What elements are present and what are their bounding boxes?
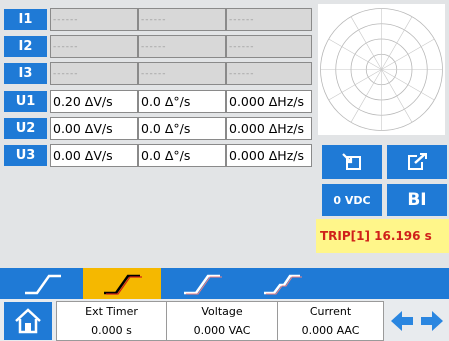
import-icon xyxy=(342,153,361,170)
cell-u3-phase[interactable]: 0.0 Δ°/s xyxy=(138,144,226,167)
vector-diagram[interactable] xyxy=(318,4,445,135)
cell-u3-frequency[interactable]: 0.000 ΔHz/s xyxy=(226,144,312,167)
polar-spoke xyxy=(381,16,413,70)
table-row-i2: I2 ------ ------ ------ xyxy=(4,35,312,58)
current-label: Current xyxy=(309,305,352,318)
cell-i1-magnitude[interactable]: ------ xyxy=(50,8,138,31)
polar-spoke xyxy=(381,38,435,70)
previous-button[interactable] xyxy=(388,306,416,336)
voltage-panel: Voltage 0.000 VAC xyxy=(166,301,278,341)
edit-button[interactable] xyxy=(387,145,447,179)
row-label-u2[interactable]: U2 xyxy=(4,118,47,139)
arrow-left-icon xyxy=(391,311,413,331)
cell-u1-frequency[interactable]: 0.000 ΔHz/s xyxy=(226,90,312,113)
polar-spoke xyxy=(381,69,413,123)
row-label-i2[interactable]: I2 xyxy=(4,36,47,57)
current-panel: Current 0.000 AAC xyxy=(277,301,384,341)
polar-spoke xyxy=(381,69,435,101)
cell-u2-frequency[interactable]: 0.000 ΔHz/s xyxy=(226,117,312,140)
cell-i3-phase[interactable]: ------ xyxy=(138,62,226,85)
polar-spoke xyxy=(350,69,382,123)
voltage-value: 0.000 VAC xyxy=(193,324,251,337)
row-label-i1[interactable]: I1 xyxy=(4,9,47,30)
voltage-label: Voltage xyxy=(201,305,243,318)
table-row-i1: I1 ------ ------ ------ xyxy=(4,8,312,31)
next-button[interactable] xyxy=(418,306,446,336)
trip-status: TRIP[1] 16.196 s xyxy=(316,219,449,253)
table-row-i3: I3 ------ ------ ------ xyxy=(4,62,312,85)
cell-u3-magnitude[interactable]: 0.00 ΔV/s xyxy=(50,144,138,167)
cell-i1-frequency[interactable]: ------ xyxy=(226,8,312,31)
edit-icon xyxy=(408,153,427,170)
cell-i1-phase[interactable]: ------ xyxy=(138,8,226,31)
tab-ramp-2[interactable] xyxy=(83,268,161,299)
step-ramp-icon xyxy=(264,274,302,294)
arrow-right-icon xyxy=(421,311,443,331)
binary-input-button[interactable]: BI xyxy=(387,184,447,216)
import-button[interactable] xyxy=(322,145,382,179)
cell-i2-frequency[interactable]: ------ xyxy=(226,35,312,58)
ramp-icon xyxy=(25,274,61,294)
polar-spoke xyxy=(328,69,382,101)
table-row-u3: U3 0.00 ΔV/s 0.0 Δ°/s 0.000 ΔHz/s xyxy=(4,144,312,167)
ramp-icon xyxy=(184,274,222,294)
cell-u1-phase[interactable]: 0.0 Δ°/s xyxy=(138,90,226,113)
ext-timer-value: 0.000 s xyxy=(91,324,132,337)
cell-u2-phase[interactable]: 0.0 Δ°/s xyxy=(138,117,226,140)
tab-ramp-3[interactable] xyxy=(163,268,241,299)
vdc-button[interactable]: 0 VDC xyxy=(322,184,382,216)
tab-ramp-4[interactable] xyxy=(243,268,321,299)
ext-timer-label: Ext Timer xyxy=(85,305,138,318)
home-button[interactable] xyxy=(4,302,52,340)
row-label-u1[interactable]: U1 xyxy=(4,91,47,112)
cell-u2-magnitude[interactable]: 0.00 ΔV/s xyxy=(50,117,138,140)
cell-i3-frequency[interactable]: ------ xyxy=(226,62,312,85)
row-label-u3[interactable]: U3 xyxy=(4,145,47,166)
table-row-u1: U1 0.20 ΔV/s 0.0 Δ°/s 0.000 ΔHz/s xyxy=(4,90,312,113)
polar-grid xyxy=(320,8,443,131)
cell-i2-magnitude[interactable]: ------ xyxy=(50,35,138,58)
polar-spoke xyxy=(328,38,382,70)
home-icon xyxy=(15,308,41,334)
row-label-i3[interactable]: I3 xyxy=(4,63,47,84)
cell-u1-magnitude[interactable]: 0.20 ΔV/s xyxy=(50,90,138,113)
cell-i3-magnitude[interactable]: ------ xyxy=(50,62,138,85)
polar-spoke xyxy=(350,16,382,70)
current-value: 0.000 AAC xyxy=(301,324,360,337)
ext-timer-panel: Ext Timer 0.000 s xyxy=(56,301,167,341)
ramp-icon xyxy=(104,274,142,295)
cell-i2-phase[interactable]: ------ xyxy=(138,35,226,58)
tab-ramp-1[interactable] xyxy=(4,268,82,299)
table-row-u2: U2 0.00 ΔV/s 0.0 Δ°/s 0.000 ΔHz/s xyxy=(4,117,312,140)
